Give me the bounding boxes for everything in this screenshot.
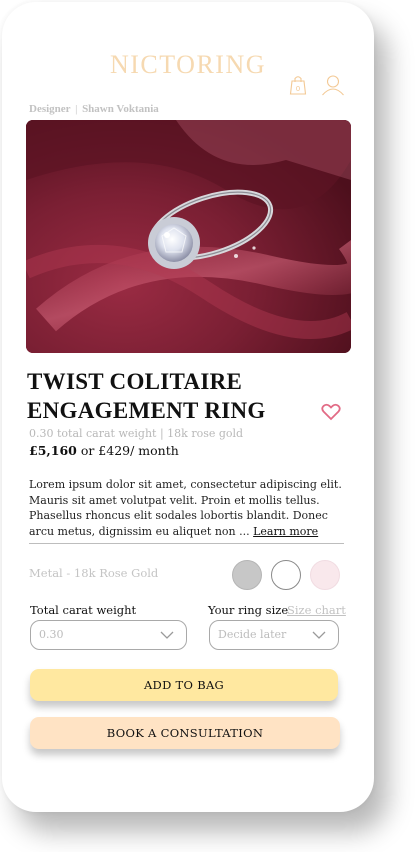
shopping-bag-icon[interactable]: 0 xyxy=(289,74,307,96)
designer-separator: | xyxy=(75,103,78,115)
price-value: £5,160 xyxy=(29,443,77,458)
finance-text: or £429/ month xyxy=(80,443,179,458)
divider xyxy=(29,543,344,544)
user-icon[interactable] xyxy=(321,74,345,96)
ring-size-label: Your ring size xyxy=(208,603,289,617)
bag-count: 0 xyxy=(296,85,300,93)
designer-credit: Designer | Shawn Voktania xyxy=(29,103,159,115)
heart-icon[interactable] xyxy=(321,403,341,421)
product-meta: 0.30 total carat weight | 18k rose gold xyxy=(29,427,244,440)
metal-swatch-silver[interactable] xyxy=(232,560,262,590)
carat-label: Total carat weight xyxy=(30,603,137,617)
carat-value: 0.30 xyxy=(39,628,64,641)
ring-size-value: Decide later xyxy=(218,628,287,641)
carat-select[interactable]: 0.30 xyxy=(30,620,187,650)
metal-swatch-rose[interactable] xyxy=(310,560,340,590)
add-to-bag-button[interactable]: ADD TO BAG xyxy=(30,669,338,701)
chevron-down-icon xyxy=(160,631,174,639)
ring-size-select[interactable]: Decide later xyxy=(209,620,339,650)
product-image[interactable] xyxy=(26,120,351,353)
metal-swatch-white[interactable] xyxy=(271,560,301,590)
metal-label: Metal - 18k Rose Gold xyxy=(29,566,159,580)
brand-logo[interactable]: NICTORING xyxy=(2,50,374,80)
book-consultation-button[interactable]: BOOK A CONSULTATION xyxy=(30,717,340,749)
designer-name[interactable]: Shawn Voktania xyxy=(82,103,159,115)
learn-more-link[interactable]: Learn more xyxy=(253,525,318,538)
phone-frame: NICTORING 0 Designer | Shawn Voktania TW… xyxy=(2,2,374,812)
product-price: £5,160 or £429/ month xyxy=(29,443,179,458)
size-chart-link[interactable]: Size chart xyxy=(287,603,346,617)
product-description: Lorem ipsum dolor sit amet, consectetur … xyxy=(29,477,347,539)
chevron-down-icon xyxy=(312,631,326,639)
ring-photo xyxy=(26,120,351,353)
product-title: TWIST COLITAIRE ENGAGEMENT RING xyxy=(27,369,266,423)
designer-label: Designer xyxy=(29,103,71,115)
